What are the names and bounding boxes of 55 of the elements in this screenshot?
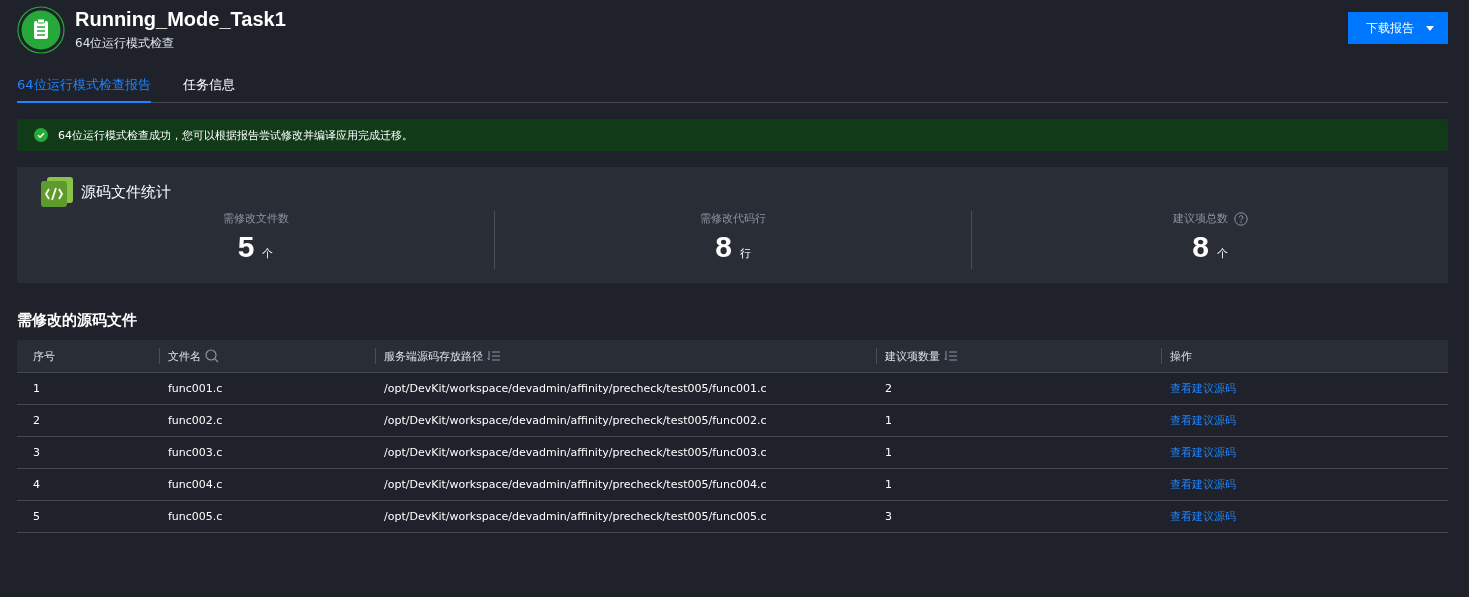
table-cell-text: func005.c: [167, 510, 224, 523]
view-source-link[interactable]: 查看建议源码: [1161, 509, 1236, 524]
view-source-link[interactable]: 查看建议源码: [1161, 413, 1236, 428]
task-title: Running_Mode_Task1: [75, 8, 287, 31]
code-icon: [41, 177, 73, 207]
table-cell-text: /opt/DevKit/workspace/devadmin/affinity/precheck/test005/func001.c: [383, 382, 768, 395]
caret-icon: [1426, 25, 1434, 31]
table-cell-text: 1: [32, 382, 41, 395]
table-cell-text: 3: [32, 446, 41, 459]
table-cell-text: 1: [884, 478, 893, 491]
table-title: 需修改的源码文件: [17, 311, 138, 330]
table-cell-text: 4: [32, 478, 41, 491]
table-cell-text: /opt/DevKit/workspace/devadmin/affinity/precheck/test005/func002.c: [383, 414, 768, 427]
column-header: 文件名: [168, 348, 201, 364]
column-header: 服务端源码存放路径: [384, 348, 483, 364]
sort-icon[interactable]: [487, 350, 501, 362]
download-report-button[interactable]: 下载报告: [1348, 12, 1448, 44]
stat-value: 8: [1192, 230, 1209, 264]
view-source-link[interactable]: 查看建议源码: [1161, 477, 1236, 492]
view-source-link[interactable]: 查看建议源码: [1161, 381, 1236, 396]
stat-label: 建议项总数: [1172, 211, 1228, 226]
table-cell-text: 2: [884, 382, 893, 395]
stat-unit: 个: [262, 246, 274, 261]
stat-value: 8: [715, 230, 732, 264]
task-subtitle: 64位运行模式检查: [75, 35, 176, 52]
view-source-link[interactable]: 查看建议源码: [1161, 445, 1236, 460]
stat-label: 需修改文件数: [222, 211, 289, 226]
tab[interactable]: 任务信息: [182, 70, 235, 103]
stat-unit: 行: [739, 246, 751, 261]
table-cell-text: 3: [884, 510, 893, 523]
sort-icon[interactable]: [944, 350, 958, 362]
table-cell-text: func003.c: [167, 446, 224, 459]
alert-message: 64位运行模式检查成功，您可以根据报告尝试修改并编译应用完成迁移。: [58, 127, 413, 143]
table-cell-text: /opt/DevKit/workspace/devadmin/affinity/precheck/test005/func003.c: [383, 446, 768, 459]
column-header: 建议项数量: [885, 348, 940, 364]
table-cell-text: 1: [884, 414, 893, 427]
column-header: 序号: [33, 348, 55, 364]
table-cell-text: func002.c: [167, 414, 224, 427]
table-cell-text: func004.c: [167, 478, 224, 491]
table-cell-text: 2: [32, 414, 41, 427]
help-icon[interactable]: [1233, 211, 1248, 226]
task-logo-icon: [17, 6, 65, 54]
table-cell-text: 1: [884, 446, 893, 459]
table-cell-text: /opt/DevKit/workspace/devadmin/affinity/precheck/test005/func005.c: [383, 510, 768, 523]
check-circle-icon: [34, 128, 48, 142]
column-header: 操作: [1170, 348, 1192, 364]
stat-value: 5: [237, 230, 255, 264]
search-icon[interactable]: [205, 349, 219, 363]
tab[interactable]: 64位运行模式检查报告: [17, 70, 151, 103]
table-cell-text: /opt/DevKit/workspace/devadmin/affinity/precheck/test005/func004.c: [383, 478, 768, 491]
table-cell-text: 5: [32, 510, 41, 523]
stats-title: 源码文件统计: [81, 182, 171, 202]
stat-label: 需修改代码行: [700, 211, 766, 226]
stat-unit: 个: [1216, 246, 1228, 261]
table-cell-text: func001.c: [167, 382, 224, 395]
